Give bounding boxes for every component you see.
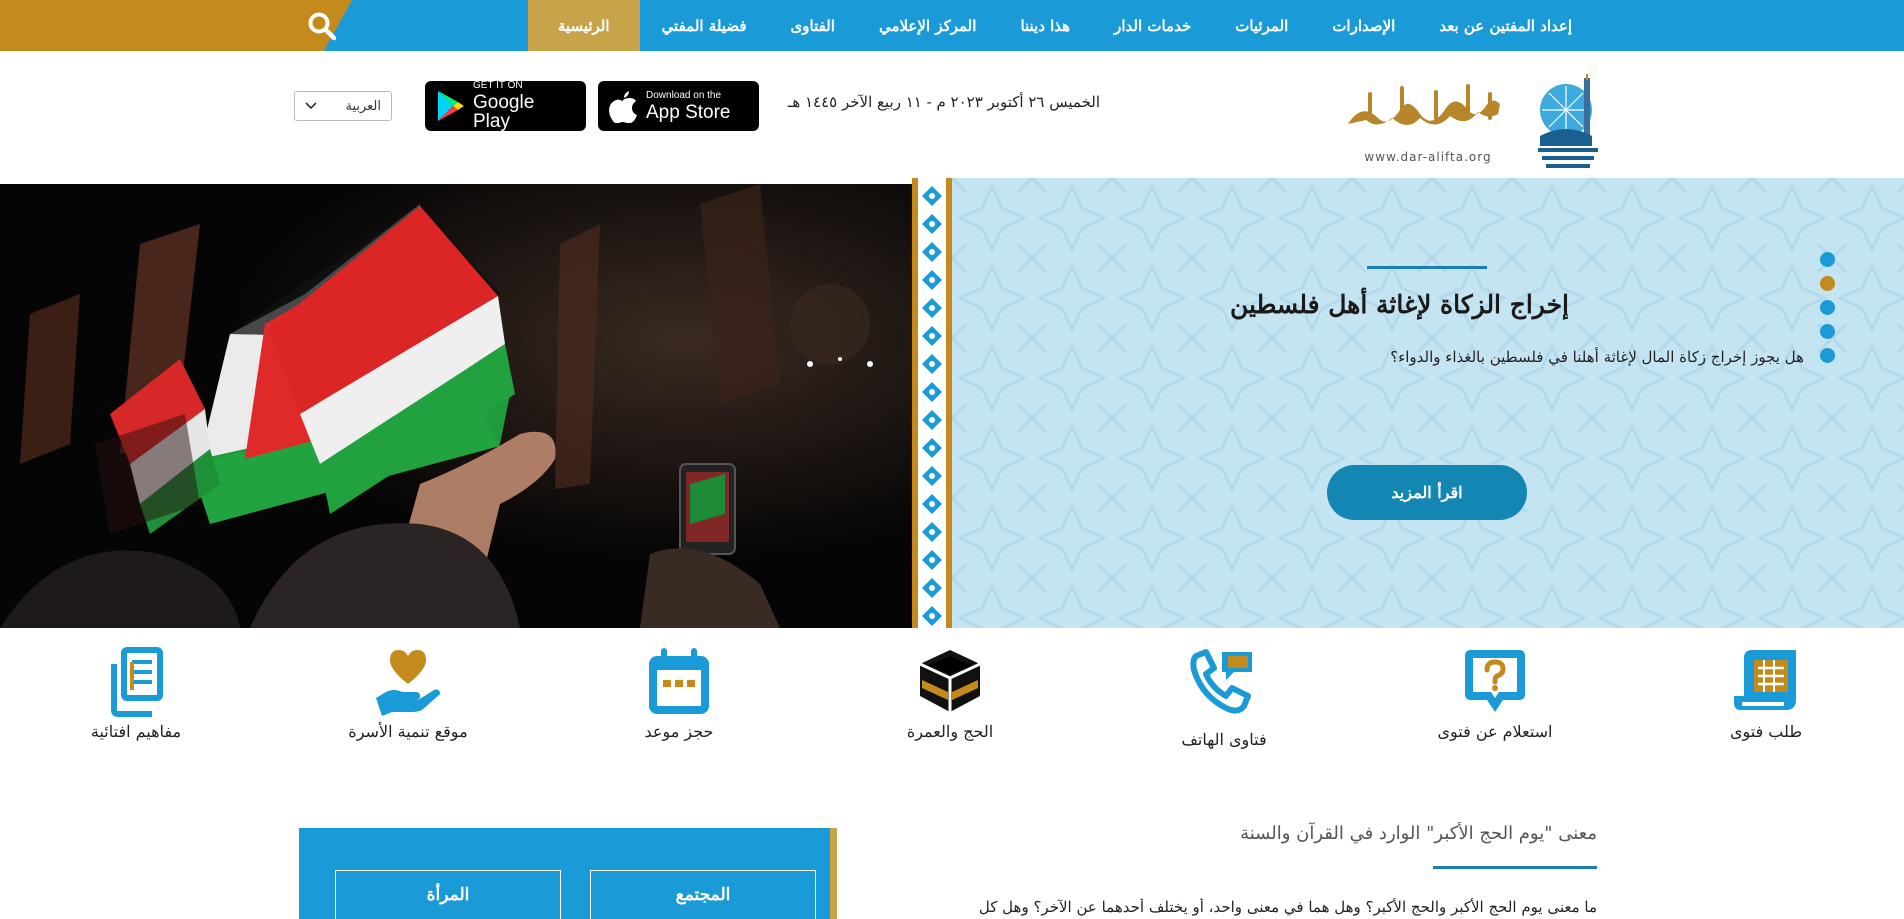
quick-link-label: مفاهيم افتائية	[90, 722, 182, 741]
nav-item[interactable]: الفتاوى	[769, 0, 857, 51]
slider-dot[interactable]	[1820, 252, 1835, 267]
article-excerpt: ما معنى يوم الحج الأكبر والحج الأكبر؟ وه…	[978, 898, 1597, 916]
quick-link-label: طلب فتوى	[1729, 722, 1803, 741]
top-navigation-bar: الرئيسية فضيلة المفتي الفتاوى المركز الإعلا…	[0, 0, 1904, 51]
google-play-icon	[438, 91, 464, 121]
app-store-small-text: Download on the	[646, 89, 722, 101]
ornamental-border	[912, 178, 952, 628]
current-date: الخميس ٢٦ أكتوبر ٢٠٢٣ م - ١١ ربيع الآخر …	[787, 93, 1100, 111]
nav-item[interactable]: هذا ديننا	[998, 0, 1092, 51]
hero-image	[0, 184, 914, 628]
main-menu: الرئيسية فضيلة المفتي الفتاوى المركز الإعلا…	[527, 0, 1594, 51]
google-play-small-text: GET IT ON	[473, 80, 523, 91]
calendar-icon	[649, 648, 709, 714]
quick-link-label: حجز موعد	[644, 722, 714, 741]
quick-link-inquire-fatwa[interactable]: استعلام عن فتوى	[1405, 646, 1585, 741]
hero-content-panel	[952, 178, 1904, 628]
read-more-button[interactable]: اقرأ المزيد	[1327, 465, 1527, 520]
slider-dot[interactable]	[1820, 300, 1835, 315]
hero-title-accent	[1367, 266, 1487, 269]
quick-link-book-appointment[interactable]: حجز موعد	[589, 646, 769, 741]
slider-dot[interactable]	[1820, 348, 1835, 363]
nav-item[interactable]: إعداد المفتين عن بعد	[1417, 0, 1594, 51]
phone-chat-icon	[1190, 649, 1252, 714]
hero-question: هل يجوز إخراج زكاة المال لإغاثة أهلنا في…	[1390, 348, 1804, 366]
documents-icon	[111, 647, 163, 717]
kaaba-icon	[919, 650, 981, 712]
nav-item[interactable]: المركز الإعلامي	[857, 0, 999, 51]
google-play-button[interactable]: GET IT ON Google Play	[425, 81, 586, 131]
site-url: www.dar-alifta.org	[1364, 150, 1492, 164]
google-play-big-text: Google Play	[473, 92, 535, 132]
slider-dot[interactable]	[1820, 324, 1835, 339]
nav-item[interactable]: الرئيسية	[527, 0, 640, 51]
quick-link-hajj-umrah[interactable]: الحج والعمرة	[860, 646, 1040, 741]
language-select-value: العربية	[345, 98, 381, 114]
document-list-icon	[1734, 650, 1796, 710]
category-society[interactable]: المجتمع	[590, 870, 816, 919]
quick-link-fatwa-concepts[interactable]: مفاهيم افتائية	[46, 646, 226, 741]
palestine-flags-photo	[0, 184, 914, 628]
quick-link-label: موقع تنمية الأسرة	[348, 722, 468, 741]
app-store-big-text: App Store	[646, 101, 731, 123]
geometric-pattern	[952, 178, 1904, 628]
quick-link-label: فتاوى الهاتف	[1181, 730, 1267, 749]
quick-link-label: استعلام عن فتوى	[1437, 722, 1553, 741]
quick-link-phone-fatwa[interactable]: فتاوى الهاتف	[1134, 646, 1314, 749]
hero-title: إخراج الزكاة لإغاثة أهل فلسطين	[1229, 290, 1569, 319]
article-title-underline	[1433, 866, 1597, 869]
categories-box: المجتمع المرأة	[299, 828, 837, 919]
apple-icon	[609, 91, 637, 123]
search-icon[interactable]	[307, 11, 337, 41]
category-women[interactable]: المرأة	[335, 870, 561, 919]
quick-link-request-fatwa[interactable]: طلب فتوى	[1676, 646, 1856, 741]
nav-item[interactable]: الإصدارات	[1310, 0, 1417, 51]
nav-item[interactable]: خدمات الدار	[1092, 0, 1213, 51]
language-select[interactable]: العربية	[294, 91, 392, 121]
nav-item[interactable]: المرئيات	[1213, 0, 1310, 51]
nav-item[interactable]: فضيلة المفتي	[640, 0, 769, 51]
quick-link-family-development[interactable]: موقع تنمية الأسرة	[318, 646, 498, 741]
article-title[interactable]: معنى "يوم الحج الأكبر" الوارد في القرآن …	[1240, 823, 1597, 844]
app-store-button[interactable]: Download on the App Store	[598, 81, 759, 131]
question-bubble-icon	[1465, 650, 1525, 712]
heart-hand-icon	[376, 650, 440, 716]
quick-link-label: الحج والعمرة	[906, 722, 994, 741]
search-area	[0, 0, 352, 51]
slider-dot[interactable]	[1820, 276, 1835, 291]
chevron-down-icon	[305, 102, 317, 110]
